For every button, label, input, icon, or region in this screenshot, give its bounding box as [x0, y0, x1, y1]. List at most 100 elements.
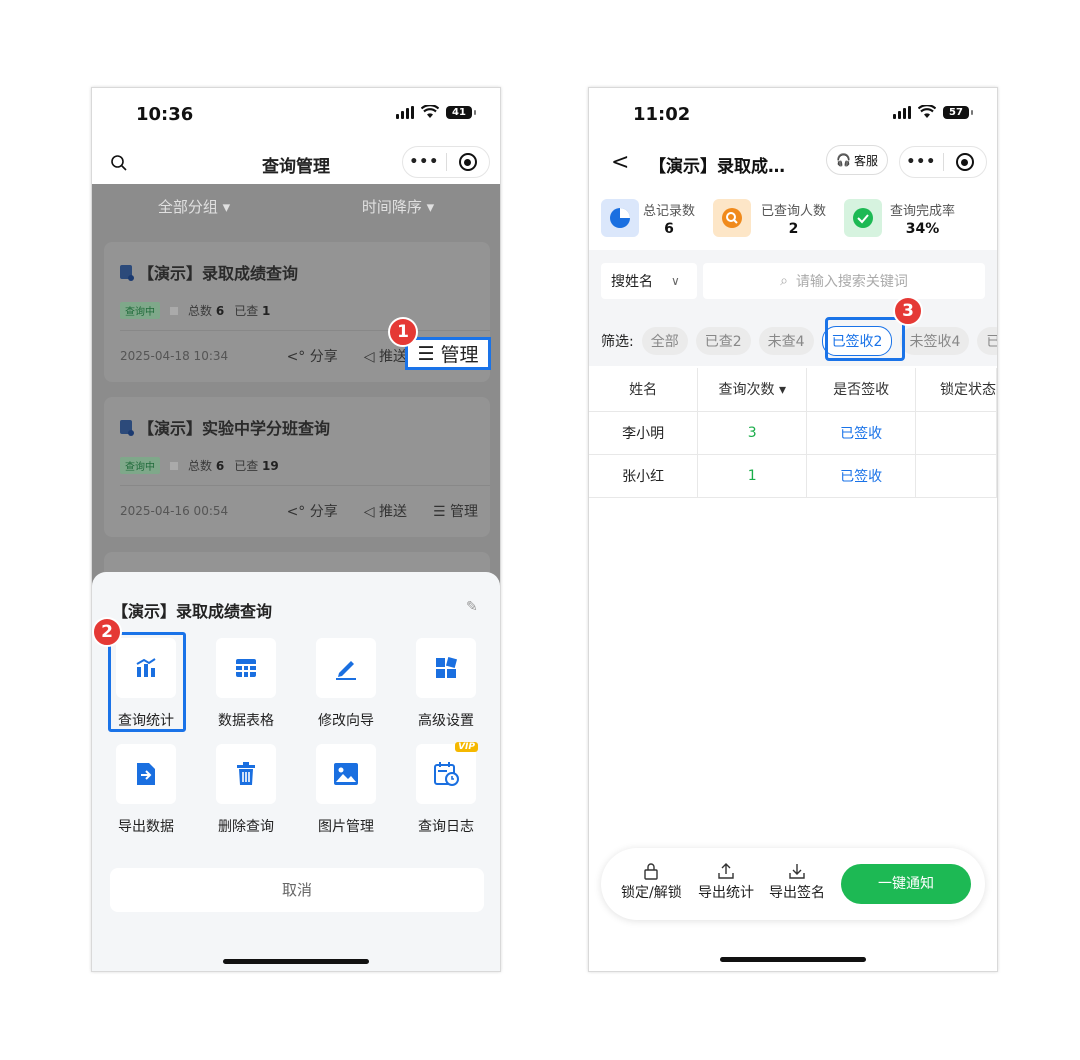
- search-field-select[interactable]: 搜姓名 ∨: [601, 263, 697, 299]
- more-icon[interactable]: •••: [900, 154, 943, 170]
- cancel-button[interactable]: 取消: [110, 868, 484, 912]
- step-badge-1: 1: [388, 317, 418, 347]
- query-log-button[interactable]: VIP 查询日志: [408, 742, 484, 836]
- status-icons: 57: [893, 105, 973, 119]
- stats-row: 总记录数 6 已查询人数 2 查询完成率 34%: [589, 186, 997, 250]
- push-button[interactable]: ◁ 推送: [364, 346, 407, 366]
- chip-all[interactable]: 全部: [641, 327, 688, 355]
- stat-total: 总记录数 6: [601, 186, 695, 250]
- step-badge-3: 3: [893, 296, 923, 326]
- table-header-row: 姓名 查询次数 ▾ 是否签收 锁定状态: [589, 368, 997, 412]
- menu-icon: ☰: [432, 504, 450, 520]
- square-icon: [170, 461, 178, 470]
- card-meta: 查询中 总数 6 已查 1: [120, 302, 270, 319]
- col-name: 姓名: [589, 368, 699, 412]
- share-button[interactable]: <° 分享: [287, 346, 338, 366]
- calendar-log-icon: [434, 762, 459, 786]
- close-capsule-button[interactable]: [446, 153, 489, 171]
- bottom-action-bar: 锁定/解锁 导出统计 导出签名 一键通知: [601, 848, 985, 920]
- signal-icon: [893, 105, 911, 119]
- upload-icon: [718, 863, 734, 879]
- settings-grid-icon: [436, 656, 458, 678]
- card-footer: 2025-04-16 00:54 <° 分享 ◁ 推送 ☰ 管理: [120, 501, 478, 521]
- trash-icon: [237, 762, 255, 785]
- records-table: 姓名 查询次数 ▾ 是否签收 锁定状态 李小明 3 已签收 张小红 1 已签收: [589, 368, 997, 498]
- record-icon: [955, 153, 974, 171]
- manage-button-highlighted[interactable]: ☰ 管理: [405, 337, 491, 370]
- action-sheet: 【演示】录取成绩查询 ✎ 查询统计 数据表格 修改向导 高级设置 导出数据 删除…: [92, 572, 500, 971]
- query-card[interactable]: 【演示】实验中学分班查询 查询中 总数 6 已查 19 2025-04-16 0…: [104, 397, 490, 537]
- table-row[interactable]: 李小明 3 已签收: [589, 411, 997, 455]
- wifi-icon: [918, 105, 936, 118]
- highlight-box: [108, 632, 186, 732]
- list-filters: 全部分组 ▾ 时间降序 ▾: [92, 196, 500, 217]
- image-icon: [334, 763, 358, 785]
- send-icon: ◁: [363, 349, 379, 365]
- export-data-button[interactable]: 导出数据: [108, 744, 184, 836]
- sort-dropdown[interactable]: 时间降序 ▾: [296, 196, 500, 217]
- col-signed: 是否签收: [806, 368, 916, 412]
- chip-not-queried[interactable]: 未查4: [758, 327, 814, 355]
- status-badge: 查询中: [120, 457, 160, 474]
- edit-wizard-button[interactable]: 修改向导: [308, 638, 384, 730]
- battery-icon: 57: [943, 105, 973, 119]
- step-badge-2: 2: [92, 617, 122, 647]
- export-stats-button[interactable]: 导出统计: [698, 862, 754, 902]
- card-date: 2025-04-16 00:54: [120, 504, 229, 518]
- filter-chips: 筛选: 全部 已查2 未查4 已签收2 未签收4 已: [601, 326, 997, 356]
- wifi-icon: [421, 105, 439, 118]
- col-query-count[interactable]: 查询次数 ▾: [697, 368, 808, 412]
- col-lock-status: 锁定状态: [915, 368, 997, 412]
- menu-icon: ☰: [417, 342, 435, 365]
- check-circle-icon: [844, 199, 883, 237]
- nav-bar: < 【演示】录取成… 🎧 客服 •••: [589, 144, 997, 184]
- chip-more[interactable]: 已: [977, 327, 997, 355]
- status-time: 10:36: [136, 104, 194, 125]
- stat-completion: 查询完成率 34%: [844, 186, 955, 250]
- close-capsule-button[interactable]: [943, 153, 986, 171]
- filter-label: 筛选:: [601, 334, 634, 350]
- home-indicator: [720, 957, 866, 962]
- manage-button[interactable]: ☰ 管理: [433, 501, 478, 521]
- advanced-settings-button[interactable]: 高级设置: [408, 638, 484, 730]
- image-manage-button[interactable]: 图片管理: [308, 744, 384, 836]
- status-time: 11:02: [633, 104, 691, 125]
- chip-queried[interactable]: 已查2: [695, 327, 751, 355]
- card-title: 【演示】实验中学分班查询: [120, 415, 330, 439]
- lock-unlock-button[interactable]: 锁定/解锁: [621, 862, 682, 902]
- table-row[interactable]: 张小红 1 已签收: [589, 454, 997, 498]
- group-filter-dropdown[interactable]: 全部分组 ▾: [92, 196, 296, 217]
- download-icon: [789, 864, 805, 879]
- customer-service-button[interactable]: 🎧 客服: [826, 145, 888, 175]
- share-button[interactable]: <° 分享: [287, 501, 338, 521]
- lock-icon: [644, 863, 659, 880]
- square-icon: [170, 306, 178, 315]
- dimmed-list-area: 全部分组 ▾ 时间降序 ▾ 【演示】录取成绩查询 查询中 总数 6 已查 1 2…: [92, 184, 500, 612]
- share-icon: <°: [286, 349, 310, 365]
- highlight-box: [825, 317, 905, 361]
- delete-query-button[interactable]: 删除查询: [208, 744, 284, 836]
- pie-chart-icon: [601, 199, 639, 237]
- status-bar: 11:02 57: [589, 88, 997, 144]
- edit-pencil-icon[interactable]: ✎: [466, 600, 480, 614]
- chevron-down-icon: ∨: [671, 274, 680, 288]
- battery-icon: 41: [446, 105, 476, 119]
- more-icon[interactable]: •••: [403, 154, 446, 170]
- record-icon: [458, 153, 477, 171]
- push-button[interactable]: ◁ 推送: [364, 501, 407, 521]
- status-icons: 41: [396, 105, 476, 119]
- document-icon: [120, 420, 134, 436]
- table-icon: [236, 659, 256, 677]
- card-date: 2025-04-18 10:34: [120, 349, 229, 363]
- data-table-button[interactable]: 数据表格: [208, 638, 284, 730]
- card-title: 【演示】录取成绩查询: [120, 260, 298, 284]
- export-sign-button[interactable]: 导出签名: [769, 862, 825, 902]
- send-icon: ◁: [363, 504, 379, 520]
- back-arrow-icon[interactable]: <: [611, 150, 629, 175]
- mini-program-capsule: •••: [402, 146, 490, 178]
- notify-all-button[interactable]: 一键通知: [841, 864, 971, 904]
- chip-not-signed[interactable]: 未签收4: [900, 327, 970, 355]
- search-input[interactable]: ⌕ 请输入搜索关键词: [703, 263, 985, 299]
- edit-icon: [336, 661, 356, 680]
- document-icon: [120, 265, 134, 281]
